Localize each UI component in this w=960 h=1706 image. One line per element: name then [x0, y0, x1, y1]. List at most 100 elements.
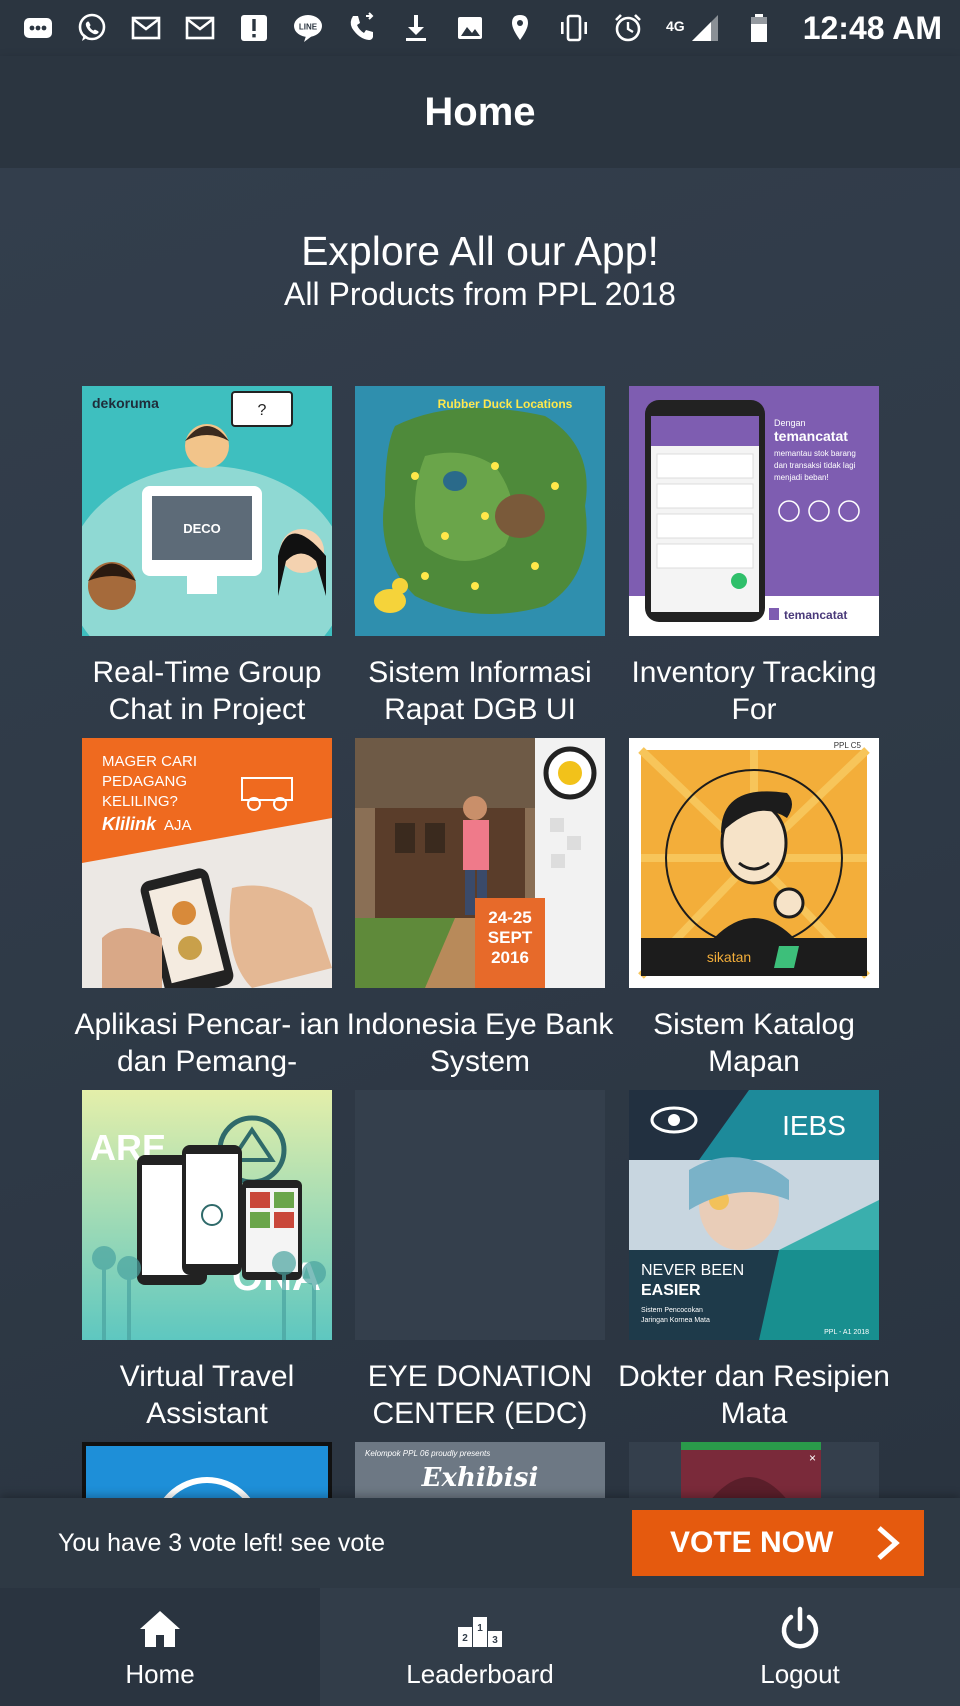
svg-text:?: ? — [258, 402, 267, 419]
battery-icon — [743, 12, 775, 44]
product-thumbnail[interactable]: Rubber Duck Locations — [355, 386, 605, 636]
product-thumbnail[interactable]: Kelompok PPL 06 proudly presents Exhibis… — [355, 1442, 605, 1498]
product-thumbnail[interactable] — [82, 1442, 332, 1498]
chevron-right-icon — [877, 1526, 900, 1560]
product-card[interactable]: dekoruma DECO ? Real-Time Group Chat in … — [82, 386, 332, 728]
product-title[interactable]: Virtual Travel Assistant — [70, 1358, 344, 1432]
product-list-scroll[interactable]: Explore All our App! All Products from P… — [0, 168, 960, 1498]
whatsapp-icon — [76, 12, 108, 44]
svg-text:24-25: 24-25 — [488, 908, 531, 927]
svg-text:NEVER BEEN: NEVER BEEN — [641, 1262, 744, 1279]
svg-text:2016: 2016 — [491, 948, 529, 967]
gmail-icon — [184, 12, 216, 44]
clock: 12:48 AM — [802, 9, 942, 46]
svg-text:3: 3 — [492, 1635, 498, 1646]
vibrate-icon — [558, 12, 590, 44]
svg-text:Jaringan Kornea Mata: Jaringan Kornea Mata — [641, 1317, 710, 1324]
vote-now-button[interactable]: VOTE NOW — [632, 1510, 924, 1576]
alarm-icon — [612, 12, 644, 44]
svg-text:Kelompok PPL 06 proudly presen: Kelompok PPL 06 proudly presents — [365, 1449, 490, 1458]
svg-text:EASIER: EASIER — [641, 1282, 701, 1299]
product-card[interactable]: 24-25 SEPT 2016 Indonesia Eye Bank Syste… — [347, 738, 613, 1080]
notification-icons: LINE — [22, 12, 486, 44]
system-icons: 4G 12:48 AM — [504, 10, 942, 47]
svg-text:×: × — [809, 1451, 816, 1465]
svg-text:menjadi beban!: menjadi beban! — [774, 473, 829, 482]
product-card[interactable]: MAGER CARI PEDAGANG KELILING? Klilink AJ… — [74, 738, 340, 1080]
download-icon — [400, 12, 432, 44]
svg-text:AJA: AJA — [164, 817, 192, 834]
thumb-tag-text: PPL C5 — [834, 741, 862, 750]
app-bar: Home — [0, 56, 960, 168]
product-card[interactable]: IEBS NEVER BEEN EASIER Sistem Pencocokan… — [618, 1090, 890, 1432]
hero-subtitle: All Products from PPL 2018 — [284, 276, 676, 312]
product-card[interactable]: Dengan temancatat memantau stok barang d… — [629, 386, 879, 728]
product-thumbnail[interactable]: ARE ONA — [82, 1090, 332, 1340]
location-icon — [504, 12, 536, 44]
svg-text:PPL - A1 2018: PPL - A1 2018 — [824, 1329, 869, 1336]
gmail-icon — [130, 12, 162, 44]
product-card[interactable]: Kelompok PPL 06 proudly presents Exhibis… — [355, 1442, 605, 1498]
nav-label-leaderboard: Leaderboard — [406, 1658, 554, 1689]
nav-item-leaderboard[interactable]: 2 1 3 Leaderboard — [320, 1588, 640, 1706]
hero-title: Explore All our App! — [301, 228, 659, 274]
product-title[interactable]: Sistem Katalog Mapan — [617, 1006, 891, 1080]
product-thumbnail[interactable]: MAGER CARI PEDAGANG KELILING? Klilink AJ… — [82, 738, 332, 988]
thumb-brand-text: dekoruma — [92, 395, 159, 411]
svg-text:Sistem Pencocokan: Sistem Pencocokan — [641, 1307, 703, 1314]
svg-text:1: 1 — [477, 1623, 483, 1634]
thumb-brand-text: sikatan — [707, 949, 751, 965]
nav-label-logout: Logout — [760, 1658, 840, 1689]
svg-text:KELILING?: KELILING? — [102, 793, 178, 810]
product-title[interactable]: Indonesia Eye Bank System — [343, 1006, 617, 1080]
thumb-brand-text: IEBS — [782, 1110, 846, 1141]
alert-icon — [238, 12, 270, 44]
svg-text:LINE: LINE — [299, 23, 318, 32]
product-title[interactable]: Inventory Tracking For — [617, 654, 891, 728]
product-title[interactable]: Sistem Informasi Rapat DGB UI — [343, 654, 617, 728]
power-icon — [781, 1606, 819, 1648]
svg-text:dan transaksi tidak lagi: dan transaksi tidak lagi — [774, 461, 856, 470]
product-card[interactable] — [82, 1442, 332, 1498]
product-thumbnail[interactable]: 24-25 SEPT 2016 — [355, 738, 605, 988]
bottom-nav: Home 2 1 3 Leaderboard Logout — [0, 1588, 960, 1706]
nav-item-home[interactable]: Home — [0, 1588, 320, 1706]
messages-icon — [22, 12, 54, 44]
product-card[interactable]: × — [629, 1442, 879, 1498]
vote-now-label: VOTE NOW — [670, 1526, 834, 1559]
line-icon: LINE — [292, 12, 324, 44]
product-card[interactable]: ARE ONA Virtual Travel Assistant — [82, 1090, 332, 1432]
call-icon — [346, 12, 378, 44]
product-thumbnail[interactable]: sikatan PPL C5 — [629, 738, 879, 988]
product-thumbnail-empty[interactable] — [355, 1090, 605, 1340]
product-card[interactable]: Rubber Duck Locations Sistem Informasi R… — [355, 386, 605, 728]
page-title: Home — [424, 89, 536, 134]
svg-text:PEDAGANG: PEDAGANG — [102, 773, 187, 790]
product-card[interactable]: sikatan PPL C5 Sistem Katalog Mapan — [629, 738, 879, 1080]
nav-item-logout[interactable]: Logout — [640, 1588, 960, 1706]
vote-bar: You have 3 vote left! see vote VOTE NOW — [0, 1498, 960, 1588]
svg-text:memantau stok barang: memantau stok barang — [774, 449, 856, 458]
svg-text:Klilink: Klilink — [102, 814, 157, 834]
podium-icon: 2 1 3 — [458, 1616, 502, 1647]
product-thumbnail[interactable]: dekoruma DECO ? — [82, 386, 332, 636]
votes-left-link[interactable]: You have 3 vote left! see vote — [58, 1529, 385, 1558]
signal-icon — [689, 12, 721, 44]
thumb-brand-text: temancatat — [774, 428, 848, 444]
svg-text:temancatat: temancatat — [784, 608, 847, 622]
product-title[interactable]: Dokter dan Resipien Mata — [617, 1358, 891, 1432]
product-card[interactable]: EYE DONATION CENTER (EDC) — [355, 1090, 605, 1432]
product-thumbnail[interactable]: Dengan temancatat memantau stok barang d… — [629, 386, 879, 636]
product-thumbnail[interactable]: × — [629, 1442, 879, 1498]
home-icon — [140, 1610, 180, 1647]
product-thumbnail[interactable]: IEBS NEVER BEEN EASIER Sistem Pencocokan… — [629, 1090, 879, 1340]
svg-text:SEPT: SEPT — [488, 928, 533, 947]
status-bar: LINE 4G 12:48 AM — [0, 0, 960, 56]
thumb-map-title: Rubber Duck Locations — [438, 397, 573, 411]
svg-text:Dengan: Dengan — [774, 418, 806, 428]
thumb-logo-text: DECO — [183, 521, 221, 536]
product-title[interactable]: EYE DONATION CENTER (EDC) — [343, 1358, 617, 1432]
product-title[interactable]: Aplikasi Pencar- ian dan Pemang- — [70, 1006, 344, 1080]
network-type-label: 4G — [666, 17, 685, 34]
product-title[interactable]: Real-Time Group Chat in Project — [70, 654, 344, 728]
